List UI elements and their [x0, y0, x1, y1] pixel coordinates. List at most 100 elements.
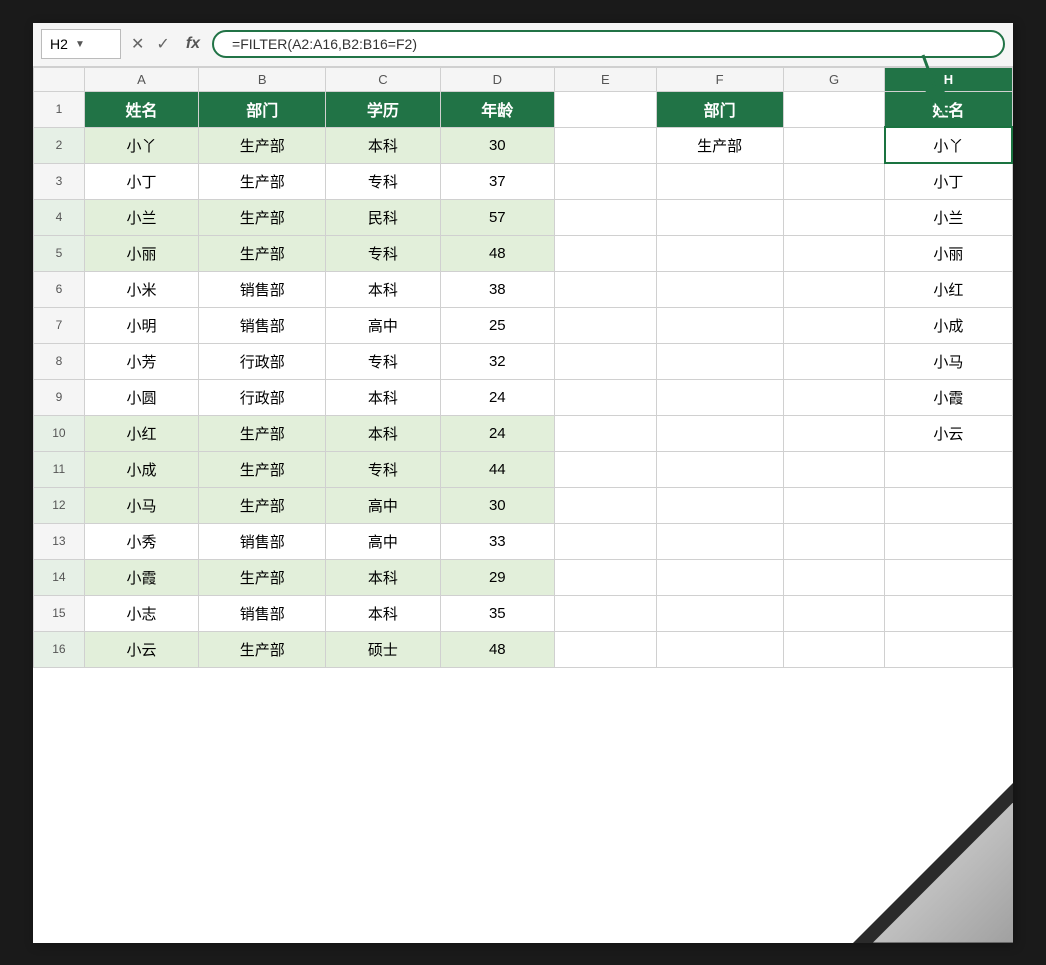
cell-c1[interactable]: 学历: [326, 91, 440, 127]
cell-f14[interactable]: [656, 559, 783, 595]
cell-g1[interactable]: [783, 91, 885, 127]
col-header-f[interactable]: F: [656, 67, 783, 91]
cell-c7[interactable]: 高中: [326, 307, 440, 343]
cell-f7[interactable]: [656, 307, 783, 343]
cell-b15[interactable]: 销售部: [199, 595, 326, 631]
cell-c13[interactable]: 高中: [326, 523, 440, 559]
cell-a11[interactable]: 小成: [84, 451, 198, 487]
cell-a15[interactable]: 小志: [84, 595, 198, 631]
cell-d9[interactable]: 24: [440, 379, 554, 415]
cell-h15[interactable]: [885, 595, 1012, 631]
cell-d11[interactable]: 44: [440, 451, 554, 487]
col-header-h[interactable]: H: [885, 67, 1012, 91]
cell-e13[interactable]: [554, 523, 656, 559]
cell-d7[interactable]: 25: [440, 307, 554, 343]
cell-d3[interactable]: 37: [440, 163, 554, 199]
cell-a2[interactable]: 小丫: [84, 127, 198, 163]
cell-f8[interactable]: [656, 343, 783, 379]
cell-g4[interactable]: [783, 199, 885, 235]
cell-ref-dropdown[interactable]: ▼: [72, 33, 88, 55]
col-header-b[interactable]: B: [199, 67, 326, 91]
col-header-g[interactable]: G: [783, 67, 885, 91]
cell-a7[interactable]: 小明: [84, 307, 198, 343]
cell-a8[interactable]: 小芳: [84, 343, 198, 379]
cell-b14[interactable]: 生产部: [199, 559, 326, 595]
cell-c6[interactable]: 本科: [326, 271, 440, 307]
cell-b6[interactable]: 销售部: [199, 271, 326, 307]
cell-b5[interactable]: 生产部: [199, 235, 326, 271]
cell-c11[interactable]: 专科: [326, 451, 440, 487]
cell-e5[interactable]: [554, 235, 656, 271]
cell-h13[interactable]: [885, 523, 1012, 559]
cell-a14[interactable]: 小霞: [84, 559, 198, 595]
cell-g7[interactable]: [783, 307, 885, 343]
cell-h1[interactable]: 姓名: [885, 91, 1012, 127]
cell-b9[interactable]: 行政部: [199, 379, 326, 415]
cell-b13[interactable]: 销售部: [199, 523, 326, 559]
cell-c9[interactable]: 本科: [326, 379, 440, 415]
cell-f16[interactable]: [656, 631, 783, 667]
cell-h12[interactable]: [885, 487, 1012, 523]
cell-c4[interactable]: 民科: [326, 199, 440, 235]
cell-e1[interactable]: [554, 91, 656, 127]
cell-g2[interactable]: [783, 127, 885, 163]
cell-e8[interactable]: [554, 343, 656, 379]
cell-e2[interactable]: [554, 127, 656, 163]
cell-e4[interactable]: [554, 199, 656, 235]
cancel-button[interactable]: ✕: [127, 32, 148, 56]
cell-h3[interactable]: 小丁: [885, 163, 1012, 199]
cell-g5[interactable]: [783, 235, 885, 271]
cell-c8[interactable]: 专科: [326, 343, 440, 379]
cell-g11[interactable]: [783, 451, 885, 487]
cell-h10[interactable]: 小云: [885, 415, 1012, 451]
cell-a3[interactable]: 小丁: [84, 163, 198, 199]
cell-h16[interactable]: [885, 631, 1012, 667]
cell-e9[interactable]: [554, 379, 656, 415]
cell-g6[interactable]: [783, 271, 885, 307]
cell-g10[interactable]: [783, 415, 885, 451]
cell-d6[interactable]: 38: [440, 271, 554, 307]
col-header-c[interactable]: C: [326, 67, 440, 91]
cell-e14[interactable]: [554, 559, 656, 595]
cell-a9[interactable]: 小圆: [84, 379, 198, 415]
cell-c2[interactable]: 本科: [326, 127, 440, 163]
cell-d13[interactable]: 33: [440, 523, 554, 559]
formula-input[interactable]: [212, 30, 1005, 58]
cell-a4[interactable]: 小兰: [84, 199, 198, 235]
cell-e15[interactable]: [554, 595, 656, 631]
cell-f12[interactable]: [656, 487, 783, 523]
cell-d2[interactable]: 30: [440, 127, 554, 163]
cell-c5[interactable]: 专科: [326, 235, 440, 271]
cell-e16[interactable]: [554, 631, 656, 667]
cell-h9[interactable]: 小霞: [885, 379, 1012, 415]
cell-g13[interactable]: [783, 523, 885, 559]
cell-g14[interactable]: [783, 559, 885, 595]
cell-h6[interactable]: 小红: [885, 271, 1012, 307]
cell-h2[interactable]: 小丫: [885, 127, 1012, 163]
cell-h4[interactable]: 小兰: [885, 199, 1012, 235]
cell-d1[interactable]: 年龄: [440, 91, 554, 127]
cell-g12[interactable]: [783, 487, 885, 523]
cell-a12[interactable]: 小马: [84, 487, 198, 523]
cell-h5[interactable]: 小丽: [885, 235, 1012, 271]
cell-d5[interactable]: 48: [440, 235, 554, 271]
cell-f10[interactable]: [656, 415, 783, 451]
cell-h8[interactable]: 小马: [885, 343, 1012, 379]
cell-f15[interactable]: [656, 595, 783, 631]
cell-b3[interactable]: 生产部: [199, 163, 326, 199]
cell-d8[interactable]: 32: [440, 343, 554, 379]
cell-d14[interactable]: 29: [440, 559, 554, 595]
cell-b7[interactable]: 销售部: [199, 307, 326, 343]
cell-e12[interactable]: [554, 487, 656, 523]
cell-f4[interactable]: [656, 199, 783, 235]
cell-h7[interactable]: 小成: [885, 307, 1012, 343]
cell-d16[interactable]: 48: [440, 631, 554, 667]
cell-d10[interactable]: 24: [440, 415, 554, 451]
cell-f13[interactable]: [656, 523, 783, 559]
cell-h11[interactable]: [885, 451, 1012, 487]
cell-f9[interactable]: [656, 379, 783, 415]
cell-g8[interactable]: [783, 343, 885, 379]
cell-e11[interactable]: [554, 451, 656, 487]
cell-b11[interactable]: 生产部: [199, 451, 326, 487]
cell-b2[interactable]: 生产部: [199, 127, 326, 163]
